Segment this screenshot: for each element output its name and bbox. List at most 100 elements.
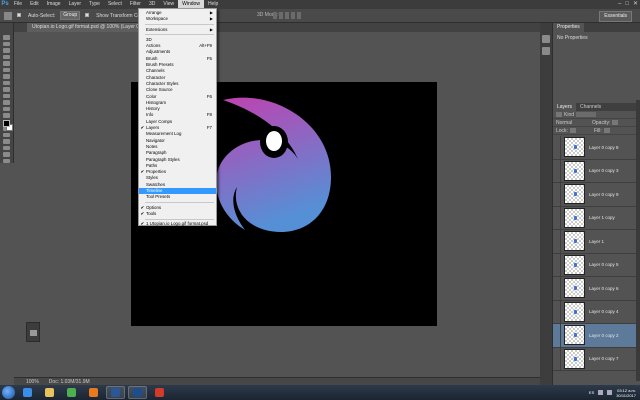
visibility-eye-icon[interactable] — [553, 277, 561, 300]
document-tab[interactable]: Utopian.io Logo.gif format.psd @ 100% (L… — [27, 23, 141, 32]
hand-tool-icon[interactable] — [3, 152, 10, 157]
clone-stamp-tool-icon[interactable] — [3, 87, 10, 92]
move-tool-icon[interactable] — [3, 35, 10, 40]
properties-panel-icon[interactable] — [542, 47, 550, 55]
menu-image[interactable]: Image — [43, 0, 65, 9]
visibility-eye-icon[interactable] — [553, 159, 561, 182]
taskbar-apps — [15, 386, 169, 399]
zoom-level[interactable]: 100% — [26, 379, 39, 385]
blend-mode-dropdown[interactable]: Normal — [556, 120, 590, 126]
chrome-icon[interactable] — [62, 386, 81, 399]
tab-channels[interactable]: Channels — [576, 103, 605, 111]
eyedropper-tool-icon[interactable] — [3, 67, 10, 72]
filter-type-icons[interactable] — [576, 112, 597, 117]
layer-thumbnail — [564, 254, 585, 275]
close-icon[interactable]: ✕ — [633, 0, 638, 9]
visibility-eye-icon[interactable] — [553, 324, 561, 347]
layer-row[interactable]: Layer 0 copy 4 — [553, 300, 637, 324]
menu-item-extensions[interactable]: Extensions ▶ — [139, 27, 216, 33]
layer-row[interactable]: Layer 1 — [553, 230, 637, 254]
history-panel-icon[interactable] — [542, 35, 550, 43]
history-brush-tool-icon[interactable] — [3, 93, 10, 98]
tab-layers[interactable]: Layers — [553, 103, 577, 111]
foreground-color-swatch[interactable] — [3, 120, 10, 127]
menu-item-label: Color — [146, 93, 157, 99]
crop-tool-icon[interactable] — [3, 61, 10, 66]
word-icon[interactable] — [106, 386, 125, 399]
layers-panel-tabs: Layers Channels — [553, 103, 640, 111]
visibility-eye-icon[interactable] — [553, 347, 561, 370]
network-icon[interactable] — [598, 390, 604, 395]
layer-row[interactable]: Layer 0 copy 2 — [553, 324, 637, 348]
menu-item-label: Workspace — [146, 16, 168, 22]
menu-item-tool-presets[interactable]: Tool Presets — [139, 194, 216, 200]
visibility-eye-icon[interactable] — [553, 230, 561, 253]
menu-select[interactable]: Select — [104, 0, 126, 9]
visibility-eye-icon[interactable] — [553, 300, 561, 323]
healing-tool-icon[interactable] — [3, 74, 10, 79]
panel-resize-handle[interactable] — [636, 100, 640, 370]
3d-mode-icons[interactable] — [273, 12, 301, 19]
layer-thumbnail — [564, 160, 585, 181]
menu-layer[interactable]: Layer — [65, 0, 86, 9]
filter-icon — [556, 112, 562, 117]
menu-file[interactable]: File — [10, 0, 26, 9]
menu-item-1-utopian-io-logo-gif-format-psd[interactable]: ✔ 1 Utopian.io Logo.gif format.psd — [139, 221, 216, 227]
layer-row[interactable]: Layer 0 copy 8 — [553, 136, 637, 160]
menu-type[interactable]: Type — [85, 0, 104, 9]
fill-field[interactable] — [603, 128, 610, 133]
layer-name: Layer 1 — [589, 238, 605, 244]
explorer-icon[interactable] — [40, 386, 59, 399]
opacity-field[interactable] — [612, 120, 619, 125]
show-transform-checkbox[interactable] — [85, 12, 91, 19]
visibility-eye-icon[interactable] — [553, 206, 561, 229]
auto-select-dropdown[interactable]: Group — [60, 11, 81, 20]
lasso-tool-icon[interactable] — [3, 48, 10, 53]
menu-item-workspace[interactable]: Workspace ▶ — [139, 16, 216, 22]
move-tool-icon[interactable] — [4, 11, 12, 20]
layer-row[interactable]: Layer 0 copy 5 — [553, 253, 637, 277]
layer-row[interactable]: Layer 1 copy — [553, 206, 637, 230]
visibility-eye-icon[interactable] — [553, 183, 561, 206]
start-button[interactable] — [2, 386, 15, 399]
media-icon[interactable] — [150, 386, 169, 399]
eraser-tool-icon[interactable] — [3, 100, 10, 105]
gradient-tool-icon[interactable] — [3, 106, 10, 111]
menu-edit[interactable]: Edit — [26, 0, 43, 9]
fill-label: Fill: — [593, 127, 602, 134]
layer-row[interactable]: Layer 0 copy 6 — [553, 277, 637, 301]
quick-select-tool-icon[interactable] — [3, 54, 10, 59]
visibility-eye-icon[interactable] — [553, 136, 561, 159]
path-select-tool-icon[interactable] — [3, 139, 10, 144]
layer-row[interactable]: Layer 0 copy 3 — [553, 159, 637, 183]
menu-item-label: Navigator — [146, 137, 165, 143]
brush-tool-icon[interactable] — [3, 80, 10, 85]
clock[interactable]: 03:12 a.m. 30/11/2017 — [616, 388, 636, 398]
ie-icon[interactable] — [18, 386, 37, 399]
properties-tab[interactable]: Properties — [553, 23, 584, 32]
check-icon: ✔ — [140, 210, 145, 216]
menu-item-label: Paragraph — [146, 150, 167, 156]
blur-tool-icon[interactable] — [3, 113, 10, 118]
layer-name: Layer 0 copy 8 — [589, 144, 619, 150]
layer-row[interactable]: Layer 0 copy 7 — [553, 347, 637, 371]
minimize-icon[interactable]: – — [618, 0, 621, 9]
marquee-tool-icon[interactable] — [3, 41, 10, 46]
filter-kind-dropdown[interactable]: Kind — [564, 112, 574, 118]
layer-row[interactable]: Layer 0 copy 9 — [553, 183, 637, 207]
maximize-icon[interactable]: □ — [625, 0, 629, 9]
type-tool-icon[interactable] — [3, 132, 10, 137]
language-indicator[interactable]: ES — [589, 390, 594, 395]
workspace-switcher[interactable]: Essentials — [599, 11, 632, 22]
auto-select-checkbox[interactable] — [17, 12, 23, 19]
firefox-icon[interactable] — [84, 386, 103, 399]
lock-icons[interactable] — [569, 128, 576, 133]
zoom-tool-icon[interactable] — [3, 158, 10, 163]
volume-icon[interactable] — [607, 390, 613, 395]
menu-item-tools[interactable]: ✔ Tools — [139, 211, 216, 217]
shape-tool-icon[interactable] — [3, 145, 10, 150]
layer-thumbnail — [564, 325, 585, 346]
photoshop-icon[interactable] — [128, 386, 147, 399]
visibility-eye-icon[interactable] — [553, 253, 561, 276]
collapsed-panel[interactable] — [26, 322, 40, 342]
